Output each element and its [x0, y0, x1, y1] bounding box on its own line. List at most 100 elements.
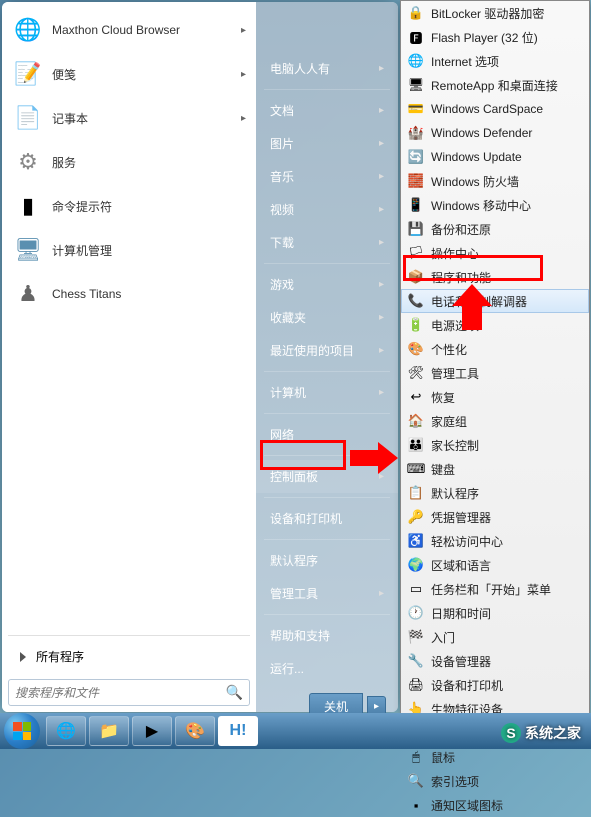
control-panel-item[interactable]: 🔍 索引选项 — [401, 769, 589, 793]
control-panel-item[interactable]: 🏁 入门 — [401, 625, 589, 649]
right-panel-item[interactable]: 帮助和支持 — [256, 619, 398, 652]
control-panel-item[interactable]: 🌍 区域和语言 — [401, 553, 589, 577]
control-panel-item[interactable]: ♿ 轻松访问中心 — [401, 529, 589, 553]
right-panel-item[interactable]: 文档 ▸ — [256, 94, 398, 127]
cp-item-label: 通知区域图标 — [431, 797, 503, 814]
control-panel-item[interactable]: 🛠 管理工具 — [401, 361, 589, 385]
cp-item-icon: 📋 — [407, 484, 425, 502]
control-panel-item[interactable]: 🏰 Windows Defender — [401, 121, 589, 145]
watermark-icon: S — [501, 723, 521, 743]
cp-item-icon: 🔍 — [407, 772, 425, 790]
submenu-arrow-icon: ▸ — [379, 63, 384, 74]
right-item-label: 视频 — [270, 201, 294, 218]
control-panel-item[interactable]: 🎨 个性化 — [401, 337, 589, 361]
cp-item-label: 个性化 — [431, 341, 467, 358]
app-icon: 📄 — [12, 102, 44, 134]
right-panel-item[interactable]: 计算机 ▸ — [256, 376, 398, 409]
cp-item-label: 设备和打印机 — [431, 677, 503, 694]
control-panel-item[interactable]: 📋 默认程序 — [401, 481, 589, 505]
right-item-label: 运行... — [270, 660, 304, 677]
cp-item-label: 备份和还原 — [431, 221, 491, 238]
control-panel-submenu: 🔒 BitLocker 驱动器加密 🅵 Flash Player (32 位) … — [400, 0, 590, 720]
control-panel-item[interactable]: 🔧 设备管理器 — [401, 649, 589, 673]
control-panel-item[interactable]: 💳 Windows CardSpace — [401, 97, 589, 121]
right-panel-item[interactable]: 图片 ▸ — [256, 127, 398, 160]
cp-item-label: Windows CardSpace — [431, 102, 543, 116]
control-panel-item[interactable]: 🏳 操作中心 — [401, 241, 589, 265]
control-panel-item[interactable]: 🧱 Windows 防火墙 — [401, 169, 589, 193]
cp-item-label: 凭据管理器 — [431, 509, 491, 526]
cp-item-icon: 🔋 — [407, 316, 425, 334]
start-orb[interactable] — [4, 713, 40, 749]
control-panel-item[interactable]: 🏠 家庭组 — [401, 409, 589, 433]
cp-item-icon: 🖨 — [407, 676, 425, 694]
taskbar-paint[interactable]: 🎨 — [175, 716, 215, 746]
app-item[interactable]: 🖥 计算机管理 — [8, 228, 250, 272]
right-panel-item[interactable]: 收藏夹 ▸ — [256, 301, 398, 334]
control-panel-item[interactable]: 🔒 BitLocker 驱动器加密 — [401, 1, 589, 25]
app-item[interactable]: ⚙ 服务 — [8, 140, 250, 184]
taskbar-ie[interactable]: 🌐 — [46, 716, 86, 746]
control-panel-item[interactable]: ⌨ 键盘 — [401, 457, 589, 481]
right-panel-item[interactable]: 最近使用的项目 ▸ — [256, 334, 398, 367]
cp-item-label: 操作中心 — [431, 245, 479, 262]
cp-item-icon: 🏠 — [407, 412, 425, 430]
control-panel-item[interactable]: 💾 备份和还原 — [401, 217, 589, 241]
search-input[interactable] — [15, 686, 226, 700]
right-panel-item[interactable]: 网络 — [256, 418, 398, 451]
control-panel-item[interactable]: ▪ 通知区域图标 — [401, 793, 589, 817]
cp-item-label: Windows Update — [431, 150, 522, 164]
app-item[interactable]: 🌐 Maxthon Cloud Browser ▸ — [8, 8, 250, 52]
app-item[interactable]: 📝 便笺 ▸ — [8, 52, 250, 96]
app-icon: 📝 — [12, 58, 44, 90]
control-panel-item[interactable]: ▭ 任务栏和「开始」菜单 — [401, 577, 589, 601]
control-panel-item[interactable]: 👪 家长控制 — [401, 433, 589, 457]
watermark: S 系统之家 — [501, 723, 581, 743]
app-icon: ⚙ — [12, 146, 44, 178]
right-panel-item[interactable]: 运行... — [256, 652, 398, 685]
control-panel-item[interactable]: ↩ 恢复 — [401, 385, 589, 409]
app-label: 记事本 — [52, 110, 241, 127]
right-panel-item[interactable]: 设备和打印机 — [256, 502, 398, 535]
all-programs-button[interactable]: 所有程序 — [8, 640, 250, 673]
control-panel-item[interactable]: 🖥 RemoteApp 和桌面连接 — [401, 73, 589, 97]
right-panel-item[interactable]: 默认程序 — [256, 544, 398, 577]
right-panel-item[interactable]: 音乐 ▸ — [256, 160, 398, 193]
right-panel-item[interactable]: 控制面板 ▸ — [256, 460, 398, 493]
cp-item-icon: 🏰 — [407, 124, 425, 142]
right-panel-item[interactable]: 视频 ▸ — [256, 193, 398, 226]
control-panel-item[interactable]: 🌐 Internet 选项 — [401, 49, 589, 73]
watermark-text: 系统之家 — [525, 723, 581, 743]
separator — [264, 497, 390, 498]
app-icon: ♟ — [12, 278, 44, 310]
app-item[interactable]: 📄 记事本 ▸ — [8, 96, 250, 140]
app-item[interactable]: ▮ 命令提示符 — [8, 184, 250, 228]
control-panel-item[interactable]: 🕐 日期和时间 — [401, 601, 589, 625]
right-panel-item[interactable]: 下载 ▸ — [256, 226, 398, 259]
control-panel-item[interactable]: 🔄 Windows Update — [401, 145, 589, 169]
separator — [264, 89, 390, 90]
right-panel-item[interactable]: 游戏 ▸ — [256, 268, 398, 301]
cp-item-icon: 🔧 — [407, 652, 425, 670]
taskbar-media[interactable]: ▶ — [132, 716, 172, 746]
taskbar-app[interactable]: H! — [218, 716, 258, 746]
control-panel-item[interactable]: 📱 Windows 移动中心 — [401, 193, 589, 217]
control-panel-item[interactable]: 📦 程序和功能 — [401, 265, 589, 289]
control-panel-item[interactable]: 📞 电话和调制解调器 — [401, 289, 589, 313]
right-panel-item[interactable]: 管理工具 ▸ — [256, 577, 398, 610]
cp-item-label: 电话和调制解调器 — [431, 293, 527, 310]
submenu-arrow-icon: ▸ — [241, 25, 246, 36]
cp-item-label: 索引选项 — [431, 773, 479, 790]
cp-item-label: Flash Player (32 位) — [431, 29, 538, 46]
taskbar-explorer[interactable]: 📁 — [89, 716, 129, 746]
app-item[interactable]: ♟ Chess Titans — [8, 272, 250, 316]
submenu-arrow-icon: ▸ — [379, 138, 384, 149]
control-panel-item[interactable]: 🔋 电源选项 — [401, 313, 589, 337]
search-box[interactable]: 🔍 — [8, 679, 250, 706]
control-panel-item[interactable]: 🅵 Flash Player (32 位) — [401, 25, 589, 49]
submenu-arrow-icon: ▸ — [379, 387, 384, 398]
control-panel-item[interactable]: 🔑 凭据管理器 — [401, 505, 589, 529]
control-panel-item[interactable]: 🖨 设备和打印机 — [401, 673, 589, 697]
cp-item-label: 键盘 — [431, 461, 455, 478]
right-panel-item[interactable]: 电脑人人有 ▸ — [256, 52, 398, 85]
